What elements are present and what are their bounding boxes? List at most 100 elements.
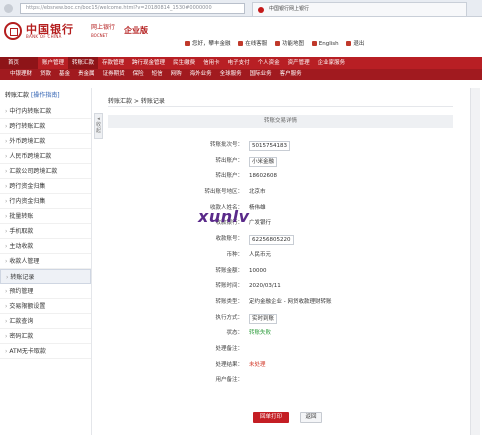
nav-item[interactable]: 民生缴费 [169,57,199,69]
detail-label: 转出账号地区： [204,189,243,196]
detail-row: 收款账号： 62256805220 [108,232,453,248]
breadcrumb: 转账汇款 > 转账记录 [108,98,165,105]
sidebar-header: 转账汇款 [操作指南] [0,88,91,104]
subnav-item[interactable]: 中银理财 [0,69,36,80]
detail-row: 收款人姓名： 杨伟雄 [108,201,453,217]
sidebar-item[interactable]: 转账记录 [0,269,91,284]
user-greeting: 您好，攀丰金融 [185,41,231,47]
nav-item[interactable]: 存款管理 [98,57,128,69]
detail-value: 广发银行 [249,220,272,227]
sidebar-item[interactable]: 交易限额设置 [0,299,91,314]
detail-row: 转出账户： 18602608 [108,169,453,185]
sidebar-item[interactable]: 外币跨境汇款 [0,134,91,149]
panel-title: 转账交易详情 [108,115,453,128]
sidebar-collapse-toggle[interactable]: ◂ 收起 [94,113,103,139]
nav-item[interactable]: 资产管理 [284,57,314,69]
sidebar-item[interactable]: ATM无卡取款 [0,344,91,359]
detail-label: 用户备注： [215,377,243,384]
nav-home[interactable]: 首页 [0,57,38,69]
detail-value: 未处理 [249,361,266,368]
subnav-item[interactable]: 海外业务 [186,69,216,80]
user-icon [185,41,190,46]
favicon-icon [258,7,264,13]
header-links: 您好，攀丰金融 在线客服 功能地图 English 退出 [185,39,370,47]
detail-value: 62256805220 [249,235,294,246]
nav-item[interactable]: 电子支付 [224,57,254,69]
online-service-link[interactable]: 在线客服 [238,41,267,47]
subnav-item[interactable]: 证券期货 [99,69,129,80]
detail-row: 转账类型： 定约金融企业 - 网贷收款理财转账 [108,295,453,311]
subnav-item[interactable]: 贷款 [36,69,55,80]
sidebar-item[interactable]: 密码汇款 [0,329,91,344]
nav-item-active[interactable]: 转账汇款 [68,57,99,69]
detail-row: 转账金额： 10000 [108,264,453,280]
edition-label: 企业版 [124,26,148,35]
nav-item[interactable]: 企业家服务 [314,57,350,69]
function-map-link[interactable]: 功能地图 [275,41,304,47]
sidebar-item[interactable]: 汇款查询 [0,314,91,329]
back-button[interactable]: 返回 [300,412,322,423]
detail-row: 币种： 人民币元 [108,248,453,264]
nav-item[interactable]: 跨行现金管理 [128,57,169,69]
logout-link[interactable]: 退出 [346,41,364,47]
detail-label: 币种： [226,251,243,258]
sidebar-item[interactable]: 收款人管理 [0,254,91,269]
sidebar-list: 中行内转账汇款跨行转账汇款外币跨境汇款人民币跨境汇款汇款公司跨境汇款跨行资金归集… [0,104,91,359]
sidebar-item[interactable]: 批量转账 [0,209,91,224]
subnav-item[interactable]: 保险 [129,69,148,80]
netbank-en: BOCNET [91,33,108,38]
detail-row: 用户备注： [108,373,453,389]
subnav-item[interactable]: 基金 [55,69,74,80]
detail-row: 转账时间： 2020/03/11 [108,279,453,295]
detail-label: 处理备注： [215,345,243,352]
subnav-item[interactable]: 网购 [167,69,186,80]
subnav-item[interactable]: 贵金属 [74,69,99,80]
detail-value: 人民币元 [249,251,272,258]
detail-value: 定约金融企业 - 网贷收款理财转账 [249,298,332,305]
subnav-item[interactable]: 国际业务 [246,69,276,80]
detail-label: 执行方式： [215,314,243,321]
detail-row: 转账批次号： 5015754183 [108,138,453,154]
logo-text-en: BANK OF CHINA [26,34,62,39]
browser-tab[interactable]: 中国银行网上银行 [252,2,467,16]
address-bar[interactable]: https://ebsnew.boc.cn/boc15/welcome.html… [20,3,245,14]
sidebar: 转账汇款 [操作指南] 中行内转账汇款跨行转账汇款外币跨境汇款人民币跨境汇款汇款… [0,88,92,435]
bank-logo-icon [4,22,22,40]
sidebar-item[interactable]: 主动收款 [0,239,91,254]
scrollbar[interactable] [470,88,480,435]
detail-label: 转出账户： [215,157,243,164]
secondary-nav: 中银理财 贷款 基金 贵金属 证券期货 保险 短信 网购 海外业务 全球服务 国际业务 客户服务 [0,69,482,80]
netbank-cn: 网上银行 [91,24,116,31]
subnav-item[interactable]: 短信 [148,69,167,80]
subnav-item[interactable]: 全球服务 [216,69,246,80]
sidebar-item[interactable]: 汇款公司跨境汇款 [0,164,91,179]
service-icon [238,41,244,46]
sidebar-item[interactable]: 行内资金归集 [0,194,91,209]
print-receipt-button[interactable]: 回单打印 [253,412,289,423]
sidebar-item[interactable]: 中行内转账汇款 [0,104,91,119]
detail-value: 小米金融 [249,156,278,167]
nav-item[interactable]: 个人资金 [254,57,284,69]
detail-rows: 转账批次号： 5015754183 转出账户： 小米金融 转出账户： 18602608 转出… [108,138,453,389]
detail-label: 状态： [226,330,243,337]
sidebar-item[interactable]: 预约管理 [0,284,91,299]
english-link[interactable]: English [311,41,339,47]
detail-row: 状态： 转账失败 [108,326,453,342]
sidebar-item[interactable]: 手机取款 [0,224,91,239]
sidebar-item[interactable]: 跨行转账汇款 [0,119,91,134]
nav-item[interactable]: 账户管理 [38,57,68,69]
nav-item[interactable]: 信用卡 [199,57,224,69]
sidebar-item[interactable]: 人民币跨境汇款 [0,149,91,164]
detail-label: 转账时间： [215,283,243,290]
back-icon[interactable] [4,4,13,13]
detail-value: 转账失败 [249,330,272,337]
detail-label: 转出账户： [215,173,243,180]
detail-row: 处理备注： [108,342,453,358]
subnav-item[interactable]: 客户服务 [276,69,306,80]
operation-guide-link[interactable]: [操作指南] [31,92,60,99]
detail-label: 转账批次号： [209,142,243,148]
globe-icon [311,41,317,46]
sidebar-item[interactable]: 跨行资金归集 [0,179,91,194]
detail-value: 杨伟雄 [249,204,266,211]
detail-label: 处理结果： [215,361,243,368]
